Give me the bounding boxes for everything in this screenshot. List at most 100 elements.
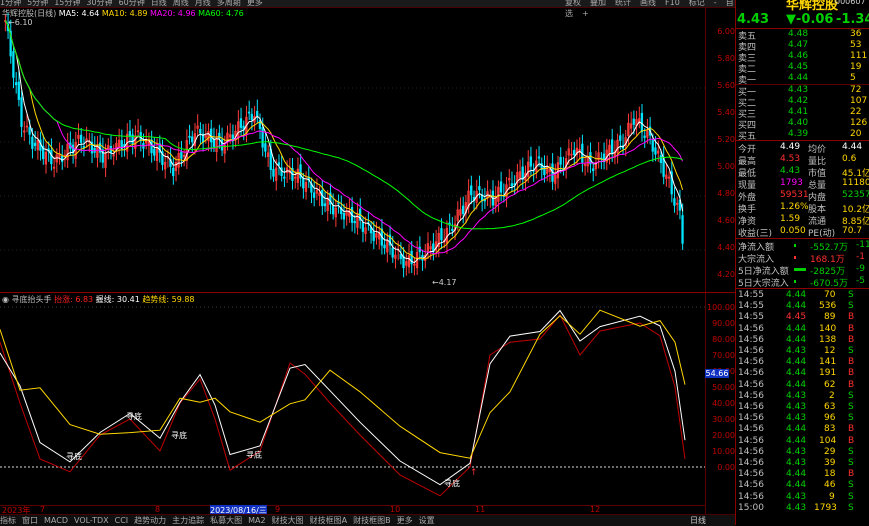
toolbar-button[interactable]: - — [714, 0, 717, 7]
candle — [79, 134, 83, 143]
tick-side: S — [848, 458, 854, 468]
tick-price: 4.44 — [786, 379, 807, 390]
tick-volume: 9 — [829, 491, 835, 502]
stat-value: 4.44 — [842, 142, 863, 152]
candle — [543, 166, 546, 176]
candle — [451, 228, 454, 231]
indicator-tab[interactable]: 财技大图 — [272, 516, 304, 525]
order-volume: 107 — [850, 96, 868, 106]
ma60-line — [4, 20, 683, 230]
stat-value: 0.050 — [780, 226, 806, 236]
candle — [337, 202, 340, 205]
candle — [277, 162, 281, 166]
order-volume: 53 — [850, 40, 862, 50]
toolbar-button[interactable]: 标记 — [689, 0, 705, 7]
flow-label: 5日大宗流入 — [738, 279, 789, 289]
stat-label: PE(动) — [808, 229, 836, 239]
candle — [383, 244, 386, 249]
tick-side: S — [848, 390, 854, 401]
candle — [250, 113, 253, 121]
tick-row: 14:55 4.44 70 S — [738, 290, 869, 301]
tick-side: B — [848, 357, 855, 368]
stat-value: 0.6 — [842, 154, 857, 164]
candle — [619, 135, 622, 141]
tick-time: 14:56 — [738, 334, 764, 345]
period-tab[interactable]: 15分钟 — [54, 0, 80, 7]
candle — [654, 147, 657, 155]
order-book-row: 卖一 4.44 5 — [738, 73, 869, 86]
date-axis: 2023年 7 8 2023/08/16/三 9 10 11 12 — [0, 505, 705, 516]
candle — [188, 135, 191, 138]
indicator-tab[interactable]: 设置 — [419, 516, 435, 525]
indicator-tab[interactable]: 窗口 — [22, 516, 38, 525]
period-tab[interactable]: 30分钟 — [86, 0, 112, 7]
tick-side: S — [848, 480, 854, 491]
period-tab[interactable]: 周线 — [173, 0, 189, 7]
tick-time: 14:56 — [738, 424, 764, 435]
period-tab[interactable]: 1分钟 — [0, 0, 21, 7]
price-tick-label: 5.00 — [717, 162, 735, 171]
order-volume: 36 — [850, 29, 862, 39]
low-marker: ←4.17 — [432, 278, 457, 287]
price-chart[interactable]: ←6.10 ←4.17 — [0, 7, 705, 292]
indicator-tab[interactable]: 私募大图 — [210, 516, 242, 525]
tick-row: 14:56 4.44 18 B — [738, 469, 869, 480]
indicator-tab[interactable]: CCI — [115, 516, 129, 525]
order-price: 4.41 — [788, 107, 809, 117]
indicator-tab[interactable]: MA2 — [248, 516, 265, 525]
indicator-tab[interactable]: 主力追踪 — [172, 516, 204, 525]
toolbar-button[interactable]: 复权 — [565, 0, 581, 7]
toolbar-button[interactable]: 画线 — [640, 0, 656, 7]
stat-row: 最低 4.43 市值 45.1亿 — [738, 166, 869, 179]
indicator-tab[interactable]: VOL-TDX — [74, 516, 109, 525]
order-volume: 19 — [850, 62, 862, 72]
candle — [150, 139, 153, 154]
toolbar-button[interactable]: F10 — [665, 0, 680, 7]
stat-value: 4.43 — [780, 166, 801, 176]
date-label: 11 — [475, 505, 486, 514]
current-indicator-value: 54.66 — [705, 369, 729, 378]
tick-row: 14:56 4.44 104 B — [738, 436, 869, 447]
flow-row: 5日大宗流入 -670.5万 -5 — [738, 276, 869, 289]
signal-label: 寻底 — [66, 451, 82, 461]
order-book-row: 买五 4.39 20 — [738, 129, 869, 142]
candle — [342, 212, 346, 220]
candle — [153, 148, 156, 156]
tick-time: 14:56 — [738, 357, 764, 368]
period-tab[interactable]: 多周期 — [217, 0, 241, 7]
tick-time: 14:56 — [738, 402, 764, 412]
tick-time: 14:56 — [738, 446, 764, 457]
candle — [191, 136, 194, 143]
candle — [640, 112, 644, 133]
order-book-row: 买三 4.41 22 — [738, 107, 869, 120]
tick-side: B — [848, 334, 855, 345]
tick-side: S — [848, 402, 854, 412]
flow-value: -670.5万 — [810, 279, 849, 289]
indicator-tab[interactable]: 趋势动力 — [134, 516, 166, 525]
tick-price: 4.44 — [786, 469, 807, 480]
tick-volume: 1793 — [814, 502, 837, 513]
indicator-tab[interactable]: 指标 — [0, 516, 16, 525]
stat-row: 外盘 59531 内盘 52357 — [738, 190, 869, 203]
candle — [272, 168, 275, 177]
period-tab[interactable]: 更多 — [247, 0, 263, 7]
order-book-row: 买一 4.43 72 — [738, 85, 869, 98]
order-price: 4.46 — [788, 51, 809, 61]
period-tab[interactable]: 60分钟 — [119, 0, 145, 7]
period-tab[interactable]: 日线 — [151, 0, 167, 7]
toolbar-button[interactable]: 叠加 — [590, 0, 606, 7]
order-price: 4.44 — [788, 73, 809, 83]
indicator-tab[interactable]: 财技框图B — [353, 516, 391, 525]
indicator-chart[interactable]: 寻底寻底寻底寻底寻底↑ — [0, 293, 705, 505]
tick-side: B — [848, 379, 855, 390]
indicator-tab[interactable]: 更多 — [397, 516, 413, 525]
toolbar-button[interactable]: 统计 — [615, 0, 631, 7]
period-tab[interactable]: 5分钟 — [27, 0, 48, 7]
indicator-tick-label: 70.00 — [712, 351, 735, 360]
order-volume: 22 — [850, 107, 862, 117]
period-tab[interactable]: 月线 — [195, 0, 211, 7]
indicator-tab[interactable]: MACD — [44, 516, 68, 525]
indicator-tab[interactable]: 财技框图A — [310, 516, 347, 525]
panel-divider — [735, 0, 736, 525]
tick-volume: 70 — [824, 290, 836, 300]
